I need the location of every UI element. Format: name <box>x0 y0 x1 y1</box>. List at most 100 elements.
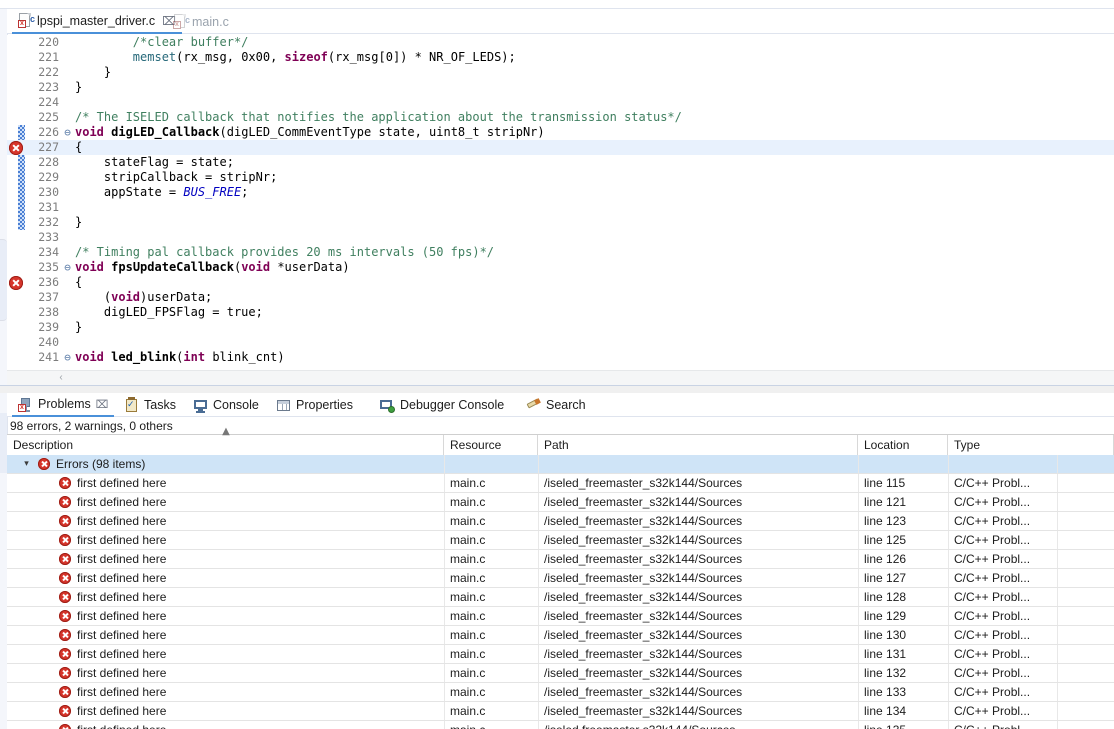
cell-divider <box>1057 683 1058 701</box>
table-row[interactable]: first defined here main.c/iseled_freemast… <box>7 512 1114 531</box>
cell-path: /iseled_freemaster_s32k144/Sources <box>544 647 743 661</box>
code-line[interactable]: 235 ⊖ void fpsUpdateCallback(void *userDat… <box>7 260 1114 275</box>
cell-divider <box>538 474 539 492</box>
code-editor-text[interactable]: 220 /*clear buffer*/221 memset(rx_msg, 0… <box>7 35 1114 370</box>
code-line[interactable]: 230 appState = BUS_FREE; <box>7 185 1114 200</box>
line-number: 228 <box>38 155 59 169</box>
tab-problems[interactable]: x Problems ⌧ <box>12 393 115 417</box>
eclipse-ide-window: c x lpspi_master_driver.c ⌧ c x main.c 2… <box>0 0 1114 729</box>
tab-console[interactable]: Console <box>187 393 265 417</box>
tab-debugger-console[interactable]: Debugger Console <box>374 393 510 417</box>
cell-divider <box>948 531 949 549</box>
code-fold-toggle-icon[interactable]: ⊖ <box>62 350 73 365</box>
table-row[interactable]: first defined here main.c/iseled_freemast… <box>7 683 1114 702</box>
code-line[interactable]: 232} <box>7 215 1114 230</box>
line-number: 220 <box>38 35 59 49</box>
code-line[interactable]: 221 memset(rx_msg, 0x00, sizeof(rx_msg[0… <box>7 50 1114 65</box>
cell-description: first defined here <box>77 476 167 490</box>
code-fold-toggle-icon[interactable]: ⊖ <box>62 125 73 140</box>
tab-label: Properties <box>296 398 353 412</box>
code-text: appState = BUS_FREE; <box>75 185 249 199</box>
cell-divider <box>948 569 949 587</box>
code-text: void fpsUpdateCallback(void *userData) <box>75 260 350 274</box>
tab-properties[interactable]: Properties <box>270 393 359 417</box>
cell-description: first defined here <box>77 533 167 547</box>
code-line[interactable]: 223} <box>7 80 1114 95</box>
code-line[interactable]: 239} <box>7 320 1114 335</box>
code-line[interactable]: 241 ⊖ void led_blink(int blink_cnt) <box>7 350 1114 365</box>
code-line[interactable]: 240 <box>7 335 1114 350</box>
table-row[interactable]: first defined here main.c/iseled_freemast… <box>7 588 1114 607</box>
cell-description: first defined here <box>77 666 167 680</box>
code-line[interactable]: 224 <box>7 95 1114 110</box>
table-row[interactable]: first defined here main.c/iseled_freemast… <box>7 493 1114 512</box>
close-icon[interactable]: ⌧ <box>96 398 109 411</box>
cell-divider <box>444 702 445 720</box>
cell-divider <box>948 607 949 625</box>
code-text: { <box>75 275 83 289</box>
code-line[interactable]: 220 /*clear buffer*/ <box>7 35 1114 50</box>
window-top-strip <box>0 0 1114 9</box>
column-header-location[interactable]: Location <box>858 435 948 455</box>
cell-resource: main.c <box>450 609 486 623</box>
code-text: /* The ISELED callback that notifies the… <box>75 110 682 124</box>
error-marker-icon[interactable] <box>7 140 24 155</box>
code-line[interactable]: 234 /* Timing pal callback provides 20 ms… <box>7 245 1114 260</box>
table-row[interactable]: first defined here main.c/iseled_freemast… <box>7 569 1114 588</box>
code-text: stateFlag = state; <box>75 155 234 169</box>
cell-divider <box>444 512 445 530</box>
cell-divider <box>1057 512 1058 530</box>
scroll-left-arrow-icon[interactable]: ‹ <box>55 372 67 384</box>
column-header-path[interactable]: Path <box>538 435 858 455</box>
column-header-description[interactable]: Description <box>7 435 444 455</box>
code-line[interactable]: 231 <box>7 200 1114 215</box>
table-row[interactable]: first defined here main.c/iseled_freemast… <box>7 702 1114 721</box>
cell-divider <box>948 645 949 663</box>
cell-divider <box>858 702 859 720</box>
editor-tab-label: main.c <box>192 14 229 29</box>
code-line[interactable]: 222 } <box>7 65 1114 80</box>
table-row[interactable]: first defined here main.c/iseled_freemast… <box>7 474 1114 493</box>
column-header-resource[interactable]: Resource <box>444 435 538 455</box>
editor-tab-main-c[interactable]: c x main.c <box>167 9 235 34</box>
cell-description: first defined here <box>77 704 167 718</box>
table-row[interactable]: first defined here main.c/iseled_freemast… <box>7 626 1114 645</box>
table-row[interactable]: first defined here main.c/iseled_freemast… <box>7 664 1114 683</box>
code-line[interactable]: 237 (void)userData; <box>7 290 1114 305</box>
cell-divider <box>538 493 539 511</box>
cell-divider <box>444 645 445 663</box>
cell-location: line 134 <box>864 704 907 718</box>
line-number: 232 <box>38 215 59 229</box>
cell-path: /iseled_freemaster_s32k144/Sources <box>544 514 743 528</box>
table-row[interactable]: first defined here main.c/iseled freemast… <box>7 721 1114 729</box>
editor-horizontal-scrollbar[interactable]: ‹ <box>7 370 1114 385</box>
editor-tab-lpspi-master-driver[interactable]: c x lpspi_master_driver.c ⌧ <box>12 9 182 34</box>
cell-location: line 132 <box>864 666 907 680</box>
code-line[interactable]: 227 { <box>7 140 1114 155</box>
code-fold-toggle-icon[interactable]: ⊖ <box>62 260 73 275</box>
code-line[interactable]: 236 { <box>7 275 1114 290</box>
table-row[interactable]: first defined here main.c/iseled_freemast… <box>7 531 1114 550</box>
table-row[interactable]: first defined here main.c/iseled_freemast… <box>7 607 1114 626</box>
tab-tasks[interactable]: ✓ Tasks <box>118 393 182 417</box>
code-line[interactable]: 229 stripCallback = stripNr; <box>7 170 1114 185</box>
cell-path: /iseled_freemaster_s32k144/Sources <box>544 704 743 718</box>
properties-icon <box>276 398 291 413</box>
code-line[interactable]: 228 stateFlag = state; <box>7 155 1114 170</box>
code-line[interactable]: 226 ⊖ void digLED_Callback(digLED_CommEven… <box>7 125 1114 140</box>
cell-description: first defined here <box>77 514 167 528</box>
line-number: 240 <box>38 335 59 349</box>
tab-search[interactable]: Search <box>520 393 592 417</box>
errors-group-row[interactable]: ▾ Errors (98 items) <box>7 455 1114 474</box>
error-marker-icon[interactable] <box>7 275 24 290</box>
table-body[interactable]: ▾ Errors (98 items) first defined here main… <box>7 455 1114 729</box>
table-row[interactable]: first defined here main.c/iseled_freemast… <box>7 550 1114 569</box>
error-icon <box>59 553 71 565</box>
code-line[interactable]: 238 digLED_FPSFlag = true; <box>7 305 1114 320</box>
chevron-down-icon[interactable]: ▾ <box>21 459 32 470</box>
table-row[interactable]: first defined here main.c/iseled_freemast… <box>7 645 1114 664</box>
code-line[interactable]: 233 <box>7 230 1114 245</box>
cell-divider <box>444 626 445 644</box>
code-line[interactable]: 225 /* The ISELED callback that notifies … <box>7 110 1114 125</box>
cell-divider <box>1057 588 1058 606</box>
